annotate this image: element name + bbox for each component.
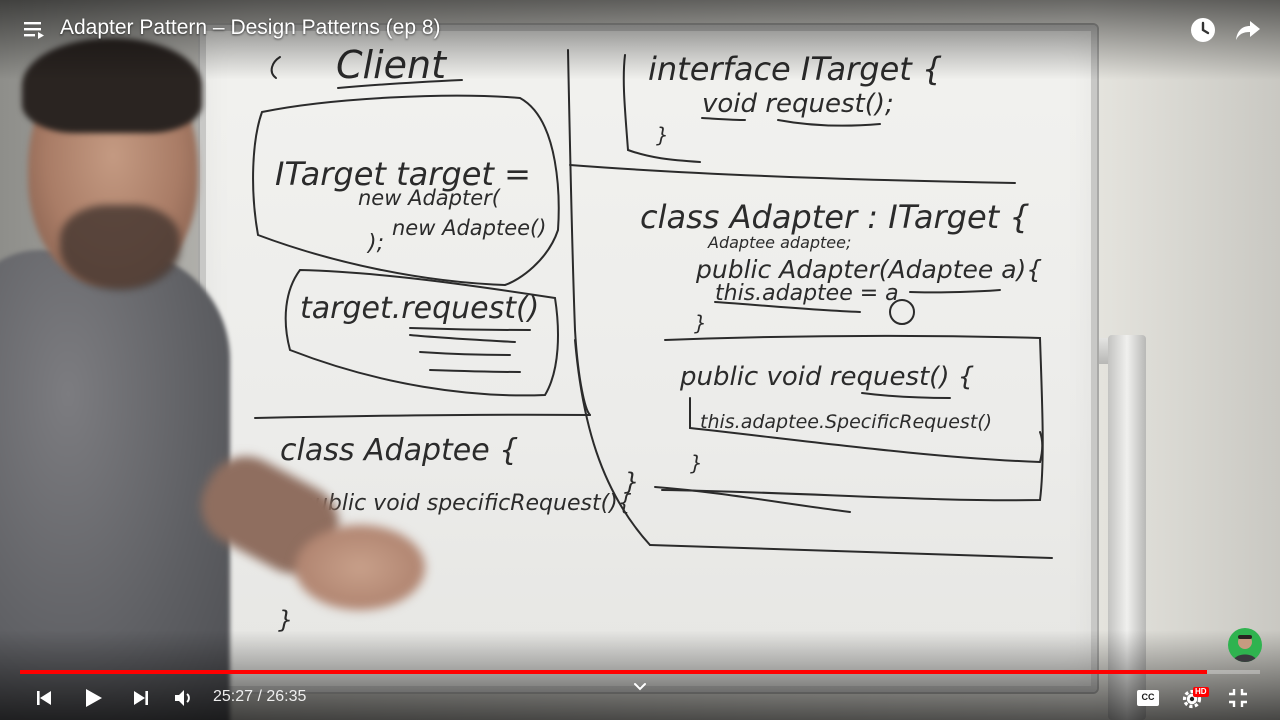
closed-captions-icon: CC — [1141, 692, 1155, 702]
wb-adapter-line-2: Adaptee adaptee; — [707, 233, 851, 252]
hd-badge: HD — [1193, 687, 1209, 697]
skip-previous-icon[interactable] — [30, 684, 58, 712]
wb-adapter-line-6: public void request() { — [679, 362, 974, 392]
presenter-hand — [295, 525, 425, 610]
player-top-bar: Adapter Pattern – Design Patterns (ep 8) — [0, 0, 1280, 64]
play-icon[interactable] — [79, 684, 107, 712]
wb-client-line-2: new Adapter( — [358, 186, 501, 210]
playlist-menu-icon[interactable] — [22, 18, 46, 42]
wb-adapter-line-7: this.adaptee.SpecificRequest() — [700, 411, 992, 433]
wb-interface-line-2: void request(); — [702, 89, 894, 119]
wb-adaptee-line-2: public void specificRequest(){ — [299, 491, 632, 516]
wb-adapter-line-5: } — [694, 311, 707, 335]
presenter-beard — [60, 205, 180, 290]
wb-adapter-line-8: } — [690, 451, 703, 475]
share-arrow-icon[interactable] — [1234, 16, 1262, 44]
wb-client-call: target.request() — [300, 291, 539, 326]
wb-adapter-line-1: class Adapter : ITarget { — [640, 198, 1030, 236]
wb-adapter-line-4: this.adaptee = a — [715, 281, 899, 306]
video-frame[interactable]: Client ITarget target = new Adapter( new… — [0, 0, 1280, 720]
volume-icon[interactable] — [170, 684, 198, 712]
skip-next-icon[interactable] — [127, 684, 155, 712]
exit-fullscreen-icon[interactable] — [1224, 684, 1252, 712]
closed-captions-button[interactable]: CC — [1137, 690, 1159, 706]
wb-adaptee-line-1: class Adaptee { — [280, 433, 518, 468]
wb-client-line-4: ); — [366, 231, 384, 256]
clock-icon[interactable] — [1189, 16, 1217, 44]
chevron-down-icon[interactable] — [632, 679, 648, 695]
player-controls: 25:27 / 26:35 CC HD — [0, 676, 1280, 720]
time-display: 25:27 / 26:35 — [213, 688, 307, 705]
progress-played — [20, 670, 1207, 674]
progress-bar[interactable] — [20, 668, 1260, 676]
wb-interface-line-3: } — [656, 123, 669, 147]
channel-avatar-icon[interactable] — [1228, 628, 1262, 662]
video-title[interactable]: Adapter Pattern – Design Patterns (ep 8) — [60, 16, 441, 40]
wb-adapter-line-3: public Adapter(Adaptee a){ — [695, 255, 1042, 284]
wb-client-line-3: new Adaptee() — [392, 216, 546, 240]
